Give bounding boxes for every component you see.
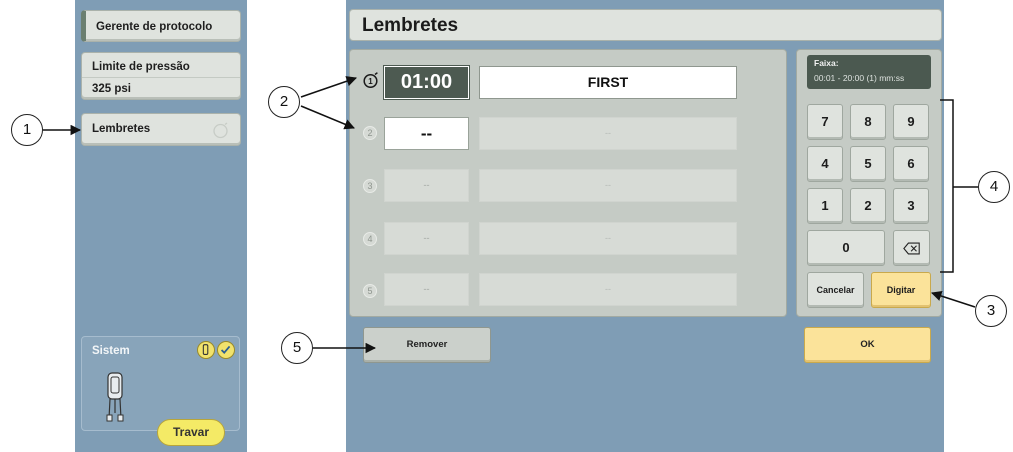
- protocol-manager-button[interactable]: Gerente de protocolo: [81, 10, 241, 42]
- key-6[interactable]: 6: [893, 146, 929, 182]
- protocol-manager-label: Gerente de protocolo: [96, 21, 213, 33]
- reminder-3-number: 3: [363, 179, 377, 193]
- pressure-limit-button[interactable]: Limite de pressão 325 psi: [81, 52, 241, 100]
- ok-button[interactable]: OK: [804, 327, 931, 363]
- remove-button[interactable]: Remover: [363, 327, 491, 363]
- reminders-label: Lembretes: [92, 123, 151, 135]
- pressure-limit-label: Limite de pressão: [92, 61, 190, 73]
- callout-5: 5: [281, 332, 313, 364]
- callout-1: 1: [11, 114, 43, 146]
- stopwatch-icon: [213, 122, 228, 139]
- title-bar: Lembretes: [349, 9, 942, 41]
- reminder-5-time[interactable]: --: [384, 273, 469, 306]
- key-8[interactable]: 8: [850, 104, 886, 140]
- system-status-panel: Sistem: [81, 336, 240, 431]
- divider: [82, 77, 240, 78]
- backspace-icon: [902, 242, 920, 255]
- key-2[interactable]: 2: [850, 188, 886, 224]
- reminder-5-name[interactable]: --: [479, 273, 737, 306]
- injector-status-icon: [197, 341, 215, 359]
- range-value: 00:01 - 20:00 (1) mm:ss: [814, 73, 905, 83]
- reminder-1-time[interactable]: 01:00: [383, 65, 470, 100]
- key-4[interactable]: 4: [807, 146, 843, 182]
- system-badges: [197, 341, 235, 359]
- enter-button[interactable]: Digitar: [871, 272, 931, 308]
- callout-3: 3: [975, 295, 1007, 327]
- reminder-2-time[interactable]: --: [384, 117, 469, 150]
- pressure-limit-value: 325 psi: [92, 83, 131, 95]
- range-label: Faixa:: [814, 58, 839, 68]
- key-0[interactable]: 0: [807, 230, 885, 266]
- svg-text:1: 1: [368, 77, 373, 86]
- key-7[interactable]: 7: [807, 104, 843, 140]
- callout-4: 4: [978, 171, 1010, 203]
- reminder-2-name[interactable]: --: [479, 117, 737, 150]
- reminder-2-number: 2: [363, 126, 377, 140]
- lock-button[interactable]: Travar: [157, 419, 225, 446]
- reminder-1-name[interactable]: FIRST: [479, 66, 737, 99]
- check-icon: [217, 341, 235, 359]
- backspace-button[interactable]: [893, 230, 930, 266]
- system-label: Sistem: [92, 345, 130, 357]
- injector-icon: [106, 372, 124, 422]
- reminders-button[interactable]: Lembretes: [81, 113, 241, 146]
- reminder-3-time[interactable]: --: [384, 169, 469, 202]
- key-5[interactable]: 5: [850, 146, 886, 182]
- cancel-button[interactable]: Cancelar: [807, 272, 864, 308]
- page-title: Lembretes: [362, 15, 459, 36]
- stopwatch-icon: 1: [363, 72, 378, 89]
- reminder-4-time[interactable]: --: [384, 222, 469, 255]
- key-9[interactable]: 9: [893, 104, 929, 140]
- key-1[interactable]: 1: [807, 188, 843, 224]
- reminder-4-name[interactable]: --: [479, 222, 737, 255]
- reminder-4-number: 4: [363, 232, 377, 246]
- reminder-3-name[interactable]: --: [479, 169, 737, 202]
- key-3[interactable]: 3: [893, 188, 929, 224]
- reminder-5-number: 5: [363, 284, 377, 298]
- range-info: Faixa: 00:01 - 20:00 (1) mm:ss: [807, 55, 931, 89]
- callout-2: 2: [268, 86, 300, 118]
